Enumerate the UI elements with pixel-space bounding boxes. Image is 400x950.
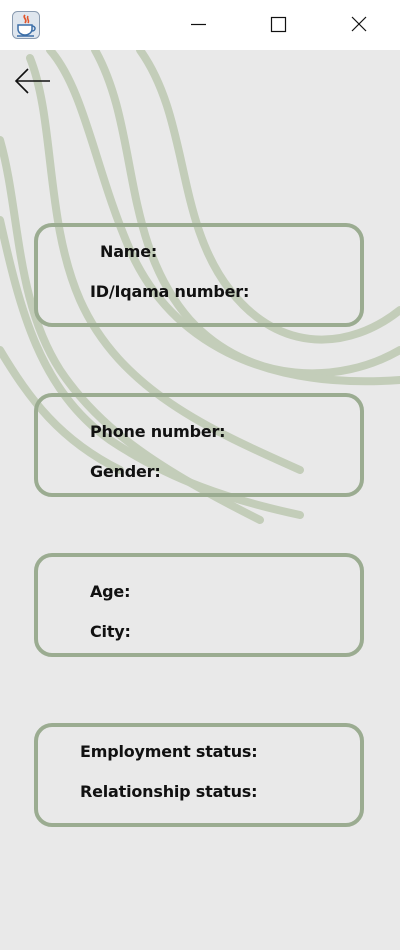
maximize-button[interactable] [252,0,306,50]
status-info-card [34,723,364,827]
arrow-left-icon [14,68,50,94]
profile-panel: Name: ID/Iqama number: Phone number: Gen… [0,50,400,950]
location-info-card [34,553,364,657]
maximize-icon [270,16,287,33]
id-iqama-number-label: ID/Iqama number: [90,282,250,301]
close-button[interactable] [332,0,386,50]
java-cup-icon [12,11,40,39]
gender-label: Gender: [90,462,161,481]
minimize-button[interactable] [171,0,225,50]
contact-info-card [34,393,364,497]
close-icon [351,16,367,32]
window-titlebar [0,0,400,50]
back-button[interactable] [14,66,52,96]
personal-info-card [34,223,364,327]
relationship-status-label: Relationship status: [80,782,258,801]
age-label: Age: [90,582,131,601]
phone-number-label: Phone number: [90,422,226,441]
city-label: City: [90,622,131,641]
employment-status-label: Employment status: [80,742,258,761]
name-label: Name: [100,242,158,261]
minimize-icon [191,23,206,26]
